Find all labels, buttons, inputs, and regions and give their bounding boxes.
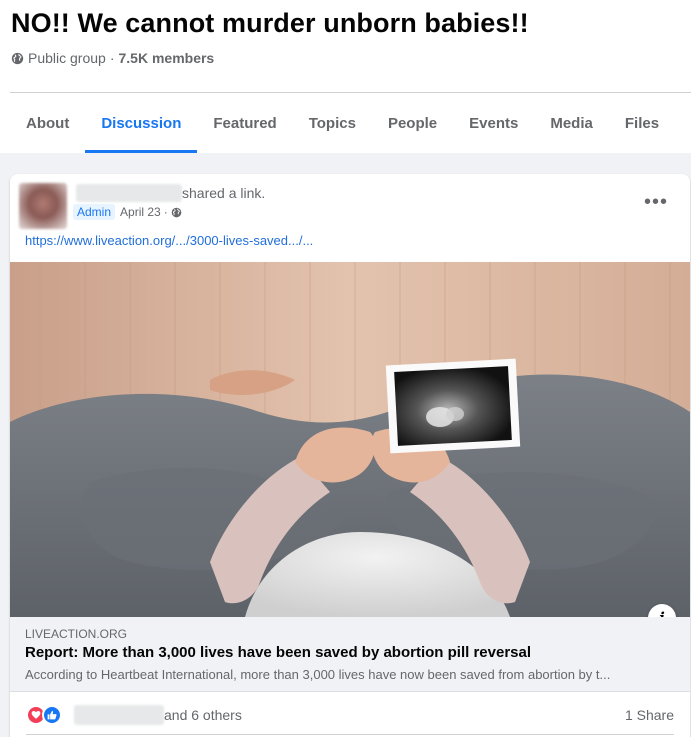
tab-files[interactable]: Files: [609, 93, 675, 153]
post-card: shared a link. Admin April 23 · ••• http…: [10, 174, 690, 737]
tab-people[interactable]: People: [372, 93, 453, 153]
post-meta: Admin April 23 ·: [73, 204, 182, 220]
meta-dot: ·: [163, 205, 168, 219]
group-meta: Public group · 7.5K members: [11, 50, 214, 66]
tab-events[interactable]: Events: [453, 93, 534, 153]
reactor-names-redacted[interactable]: [74, 705, 164, 725]
privacy-label: Public group: [28, 50, 106, 66]
discussion-feed: shared a link. Admin April 23 · ••• http…: [0, 153, 691, 737]
author-name-redacted[interactable]: [76, 184, 182, 202]
tab-featured[interactable]: Featured: [197, 93, 292, 153]
avatar[interactable]: [19, 183, 67, 229]
group-title: NO!! We cannot murder unborn babies!!: [11, 8, 529, 38]
like-reaction-icon: [42, 705, 62, 725]
reactions-bar: and 6 others 1 Share: [10, 694, 690, 734]
tab-topics[interactable]: Topics: [293, 93, 372, 153]
member-count[interactable]: 7.5K members: [119, 50, 215, 66]
post-link-url[interactable]: https://www.liveaction.org/.../3000-live…: [25, 233, 313, 248]
reaction-others-text[interactable]: and 6 others: [164, 707, 242, 723]
meta-separator: ·: [109, 50, 115, 66]
globe-icon: [171, 207, 182, 217]
post-action-text: shared a link.: [182, 185, 266, 201]
reactions-divider: [26, 734, 674, 735]
ultrasound-photo-illustration: [10, 262, 690, 617]
more-options-icon[interactable]: •••: [638, 190, 674, 214]
post-date[interactable]: April 23: [120, 205, 161, 219]
tab-discussion[interactable]: Discussion: [85, 93, 198, 153]
link-preview-meta[interactable]: LIVEACTION.ORG Report: More than 3,000 l…: [10, 617, 690, 692]
tab-media[interactable]: Media: [534, 93, 609, 153]
admin-badge: Admin: [73, 204, 116, 220]
reaction-icons[interactable]: [26, 705, 66, 725]
link-domain: LIVEACTION.ORG: [25, 627, 128, 641]
share-count[interactable]: 1 Share: [625, 707, 674, 723]
link-preview-image[interactable]: i: [10, 262, 690, 617]
tab-about[interactable]: About: [10, 93, 85, 153]
link-title[interactable]: Report: More than 3,000 lives have been …: [25, 644, 531, 661]
globe-icon: [11, 52, 24, 64]
group-header: NO!! We cannot murder unborn babies!! Pu…: [0, 0, 691, 92]
group-tabs: About Discussion Featured Topics People …: [10, 93, 691, 153]
link-description: According to Heartbeat International, mo…: [25, 667, 611, 682]
